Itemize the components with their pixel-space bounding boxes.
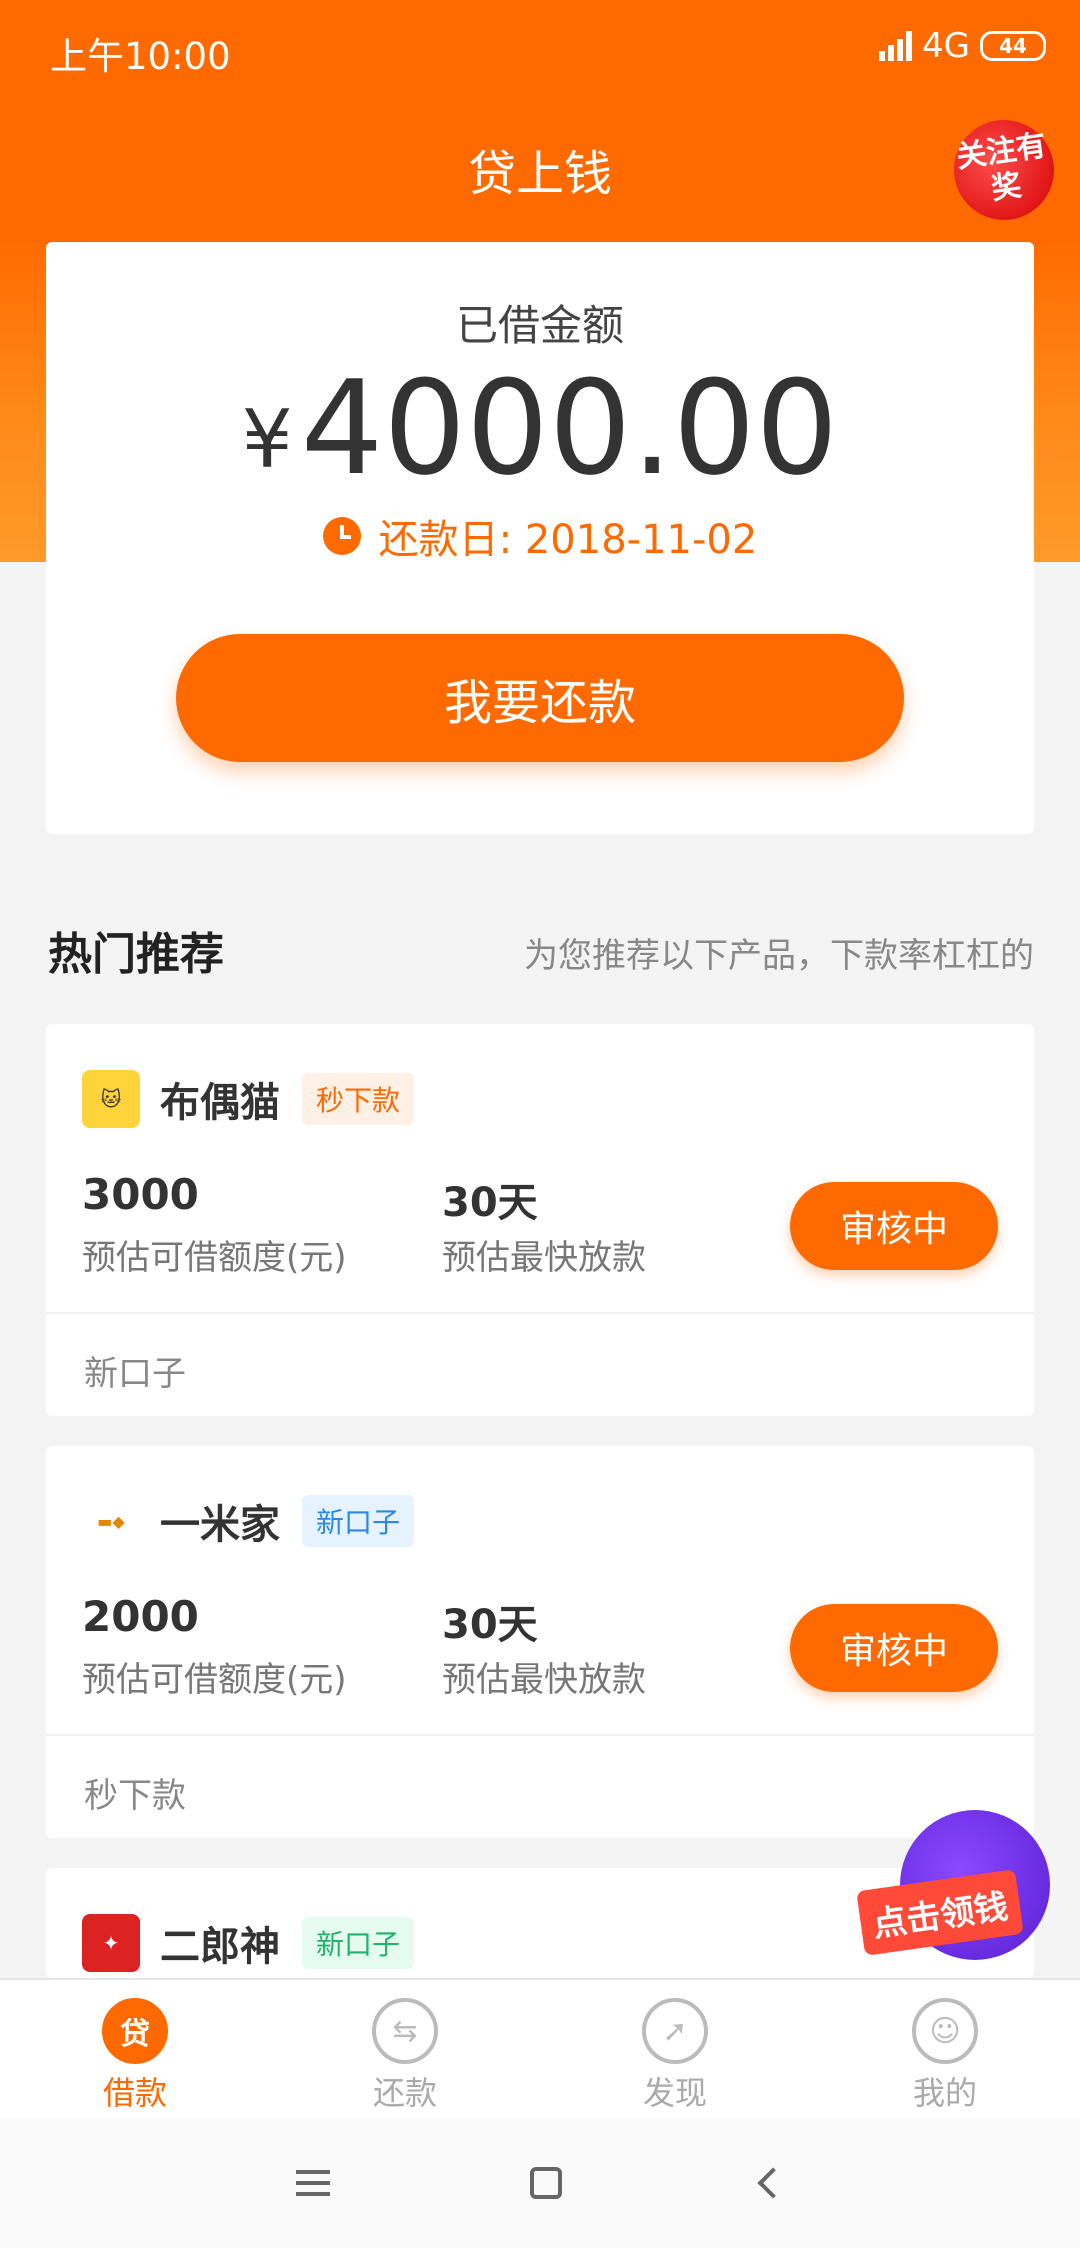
product-name: 布偶猫 bbox=[160, 1080, 280, 1126]
network-type: 4G bbox=[922, 26, 970, 66]
nav-label: 我的 bbox=[912, 2074, 977, 2112]
product-card-buoumao[interactable]: 🐱 布偶猫 秒下款 3000 预估可借额度(元) 30天 预估最快放款 审核中 … bbox=[46, 1024, 1034, 1416]
battery-icon: 44 bbox=[980, 31, 1046, 61]
section-title: 热门推荐 bbox=[48, 929, 224, 980]
home-icon[interactable] bbox=[530, 2167, 562, 2199]
status-time: 上午10:00 bbox=[50, 35, 231, 78]
borrowed-amount: ¥4000.00 bbox=[46, 352, 1034, 504]
nav-item-mine[interactable]: ☺ 我的 bbox=[810, 1980, 1080, 2118]
amount-value: 4000.00 bbox=[300, 352, 839, 504]
product-amount-label: 预估可借额度(元) bbox=[82, 1660, 347, 1700]
signal-icon bbox=[879, 31, 913, 61]
erlangshen-logo-icon: ✦ bbox=[82, 1914, 140, 1972]
due-date: 还款日: 2018-11-02 bbox=[378, 517, 758, 563]
status-bar: 上午10:00 4G 44 bbox=[0, 0, 1080, 96]
product-tag: 新口子 bbox=[302, 1917, 415, 1969]
reviewing-button[interactable]: 审核中 bbox=[790, 1182, 998, 1270]
product-footer-tag: 秒下款 bbox=[84, 1776, 186, 1816]
reviewing-button[interactable]: 审核中 bbox=[790, 1604, 998, 1692]
section-subtitle: 为您推荐以下产品，下款率杠杠的 bbox=[524, 936, 1034, 976]
product-name: 一米家 bbox=[160, 1502, 280, 1548]
claim-money-promo[interactable]: 点击领钱 bbox=[856, 1810, 1060, 1970]
compass-icon: ➚ bbox=[642, 1998, 708, 2064]
house-logo-icon: ▬◆ bbox=[82, 1492, 140, 1550]
product-name: 二郎神 bbox=[160, 1924, 280, 1970]
product-days-label: 预估最快放款 bbox=[442, 1660, 646, 1700]
due-date-row: 还款日: 2018-11-02 bbox=[46, 507, 1034, 565]
nav-label: 发现 bbox=[642, 2074, 707, 2112]
system-nav-bar bbox=[0, 2118, 1080, 2248]
user-icon: ☺ bbox=[912, 1998, 978, 2064]
status-indicators: 4G 44 bbox=[879, 26, 1046, 66]
borrowed-amount-label: 已借金额 bbox=[455, 301, 624, 350]
nav-item-loan[interactable]: 贷 借款 bbox=[0, 1980, 270, 2118]
product-header: ▬◆ 一米家 新口子 bbox=[82, 1492, 415, 1550]
bottom-nav: 贷 借款 ⇆ 还款 ➚ 发现 ☺ 我的 bbox=[0, 1978, 1080, 2118]
product-header: ✦ 二郎神 新口子 bbox=[82, 1914, 415, 1972]
divider bbox=[46, 1734, 1034, 1736]
product-days: 30天 bbox=[442, 1602, 538, 1648]
product-footer-tag: 新口子 bbox=[84, 1354, 186, 1394]
product-days-label: 预估最快放款 bbox=[442, 1238, 646, 1278]
product-tag: 新口子 bbox=[302, 1495, 415, 1547]
app-title: 贷上钱 bbox=[467, 146, 612, 202]
loan-summary-card: 已借金额 ¥4000.00 还款日: 2018-11-02 我要还款 bbox=[46, 242, 1034, 834]
loan-icon: 贷 bbox=[102, 1998, 168, 2064]
divider bbox=[46, 1312, 1034, 1314]
product-header: 🐱 布偶猫 秒下款 bbox=[82, 1070, 415, 1128]
nav-label: 还款 bbox=[372, 2074, 437, 2112]
nav-label: 借款 bbox=[102, 2074, 167, 2112]
nav-item-discover[interactable]: ➚ 发现 bbox=[540, 1980, 810, 2118]
product-amount: 3000 bbox=[82, 1170, 199, 1219]
clock-icon bbox=[322, 517, 361, 555]
product-card-yimijia[interactable]: ▬◆ 一米家 新口子 2000 预估可借额度(元) 30天 预估最快放款 审核中… bbox=[46, 1446, 1034, 1838]
repay-button[interactable]: 我要还款 bbox=[176, 634, 904, 762]
product-tag: 秒下款 bbox=[302, 1073, 415, 1125]
cat-logo-icon: 🐱 bbox=[82, 1070, 140, 1128]
currency-symbol: ¥ bbox=[241, 393, 293, 486]
menu-icon[interactable] bbox=[296, 2170, 330, 2196]
back-icon[interactable] bbox=[757, 2167, 789, 2199]
product-amount: 2000 bbox=[82, 1592, 199, 1641]
product-days: 30天 bbox=[442, 1180, 538, 1226]
product-amount-label: 预估可借额度(元) bbox=[82, 1238, 347, 1278]
nav-item-repay[interactable]: ⇆ 还款 bbox=[270, 1980, 540, 2118]
repay-icon: ⇆ bbox=[372, 1998, 438, 2064]
